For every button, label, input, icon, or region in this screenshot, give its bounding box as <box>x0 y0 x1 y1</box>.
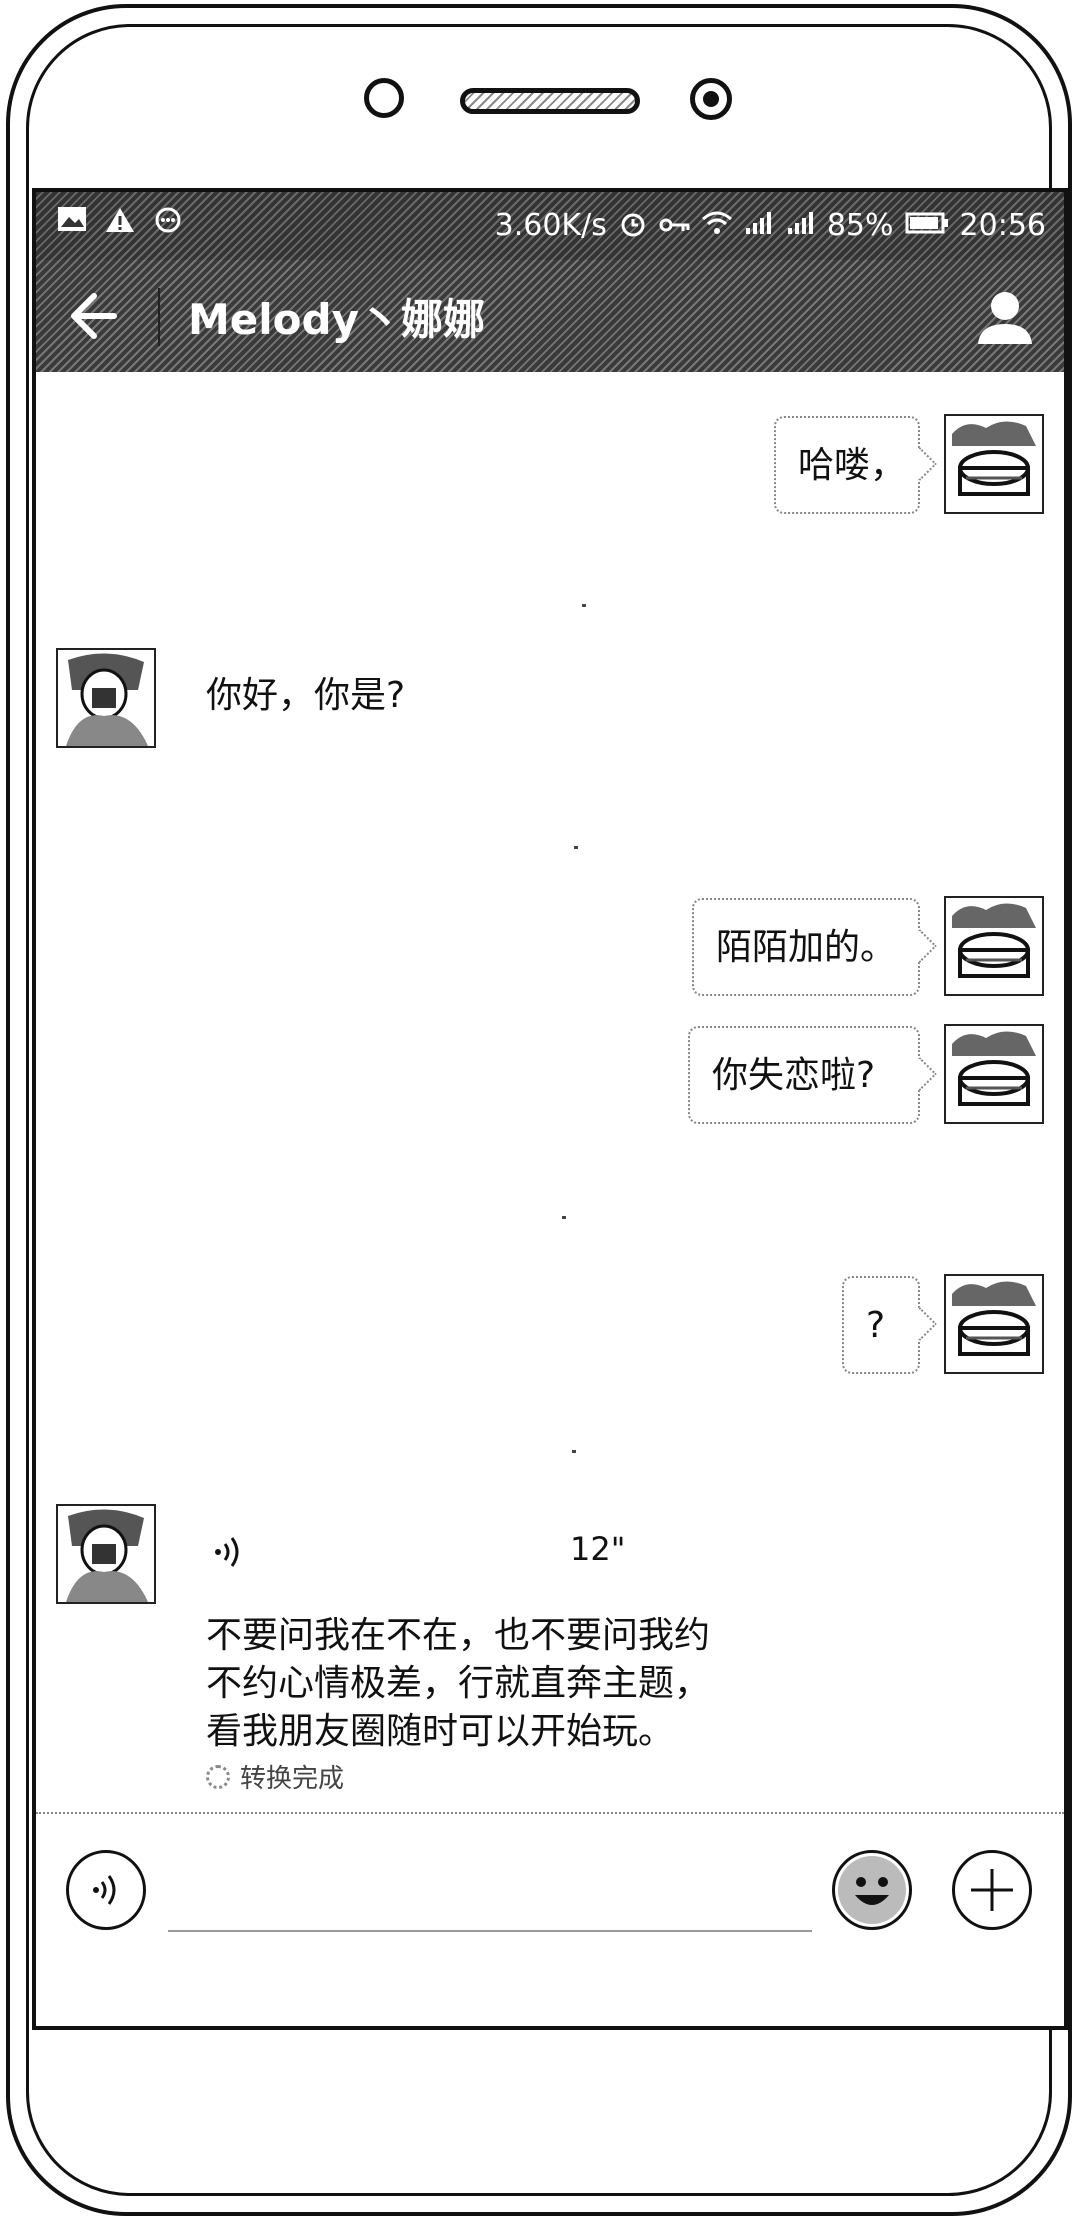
contact-avatar[interactable] <box>56 648 156 748</box>
plus-icon <box>971 1869 1013 1911</box>
earpiece-speaker <box>460 88 640 114</box>
screen: 3.60K/s 85% 20:56 Melody丶娜娜 哈喽， 你好，你是? 陌… <box>32 188 1068 2030</box>
message-text: 哈喽， <box>798 445 907 486</box>
message-bubble-sent[interactable]: 哈喽， <box>774 416 920 514</box>
profile-button[interactable] <box>970 282 1040 352</box>
message-input[interactable] <box>168 1878 812 1932</box>
image-icon <box>56 206 88 238</box>
signal-icon <box>785 210 817 242</box>
contact-avatar[interactable] <box>56 1504 156 1604</box>
my-avatar[interactable] <box>944 414 1044 514</box>
key-icon <box>659 210 691 242</box>
message-text: 陌陌加的。 <box>716 927 897 968</box>
chat-title: Melody丶娜娜 <box>188 295 485 344</box>
time-separator <box>582 604 586 607</box>
more-button[interactable] <box>952 1850 1032 1930</box>
chat-header: Melody丶娜娜 <box>36 260 1064 372</box>
message-bubble-sent[interactable]: 你失恋啦? <box>688 1026 920 1124</box>
clock-time: 20:56 <box>959 208 1046 243</box>
emoji-button[interactable] <box>832 1850 912 1930</box>
time-separator <box>572 1450 576 1453</box>
message-bubble-sent[interactable]: 陌陌加的。 <box>692 898 920 996</box>
my-avatar[interactable] <box>944 1274 1044 1374</box>
emoji-icon <box>838 1856 906 1924</box>
phone-frame: 3.60K/s 85% 20:56 Melody丶娜娜 哈喽， 你好，你是? 陌… <box>6 4 1072 2216</box>
wifi-icon <box>701 210 733 242</box>
front-camera-icon <box>690 78 732 120</box>
message-text: ? <box>866 1305 886 1346</box>
voice-message[interactable]: 12" <box>206 1520 676 1580</box>
message-text: 你失恋啦? <box>712 1055 876 1096</box>
signal-icon <box>743 210 775 242</box>
converted-icon <box>206 1764 230 1789</box>
transcript-line: 不约心情极差，行就直奔主题， <box>206 1663 711 1704</box>
status-left-icons <box>56 206 184 238</box>
time-separator <box>562 1216 566 1219</box>
status-bar: 3.60K/s 85% 20:56 <box>36 192 1064 260</box>
voice-input-button[interactable] <box>66 1850 146 1930</box>
battery-percent: 85% <box>826 208 894 243</box>
chat-bubble-icon <box>152 206 184 238</box>
header-divider <box>158 288 160 346</box>
convert-status-text: 转换完成 <box>240 1764 345 1794</box>
network-speed: 3.60K/s <box>494 208 607 243</box>
alarm-icon <box>617 210 649 242</box>
person-icon <box>978 292 1032 344</box>
warning-icon <box>104 206 136 238</box>
convert-status: 转换完成 <box>206 1758 344 1795</box>
voice-icon <box>215 1537 239 1567</box>
message-list[interactable]: 哈喽， 你好，你是? 陌陌加的。 你失恋啦? ? 12" 不要问我在不在，也不要… <box>36 372 1064 1812</box>
back-button[interactable] <box>62 284 132 348</box>
transcript-line: 看我朋友圈随时可以开始玩。 <box>206 1711 675 1752</box>
arrow-left-icon <box>71 293 117 339</box>
status-right: 3.60K/s 85% 20:56 <box>495 208 1046 243</box>
transcript-line: 不要问我在不在，也不要问我约 <box>206 1615 711 1656</box>
voice-transcript: 不要问我在不在，也不要问我约 不约心情极差，行就直奔主题， 看我朋友圈随时可以开… <box>206 1612 786 1756</box>
time-separator <box>574 846 578 849</box>
voice-icon <box>93 1875 116 1905</box>
message-bubble-sent[interactable]: ? <box>842 1276 920 1374</box>
voice-duration: 12" <box>570 1530 626 1568</box>
message-bubble-received[interactable]: 你好，你是? <box>184 648 444 746</box>
my-avatar[interactable] <box>944 896 1044 996</box>
sensor-icon <box>364 78 404 118</box>
input-bar <box>36 1812 1064 2026</box>
input-divider <box>36 1812 1064 1816</box>
battery-icon <box>904 210 950 242</box>
message-text: 你好，你是? <box>206 675 406 716</box>
my-avatar[interactable] <box>944 1024 1044 1124</box>
